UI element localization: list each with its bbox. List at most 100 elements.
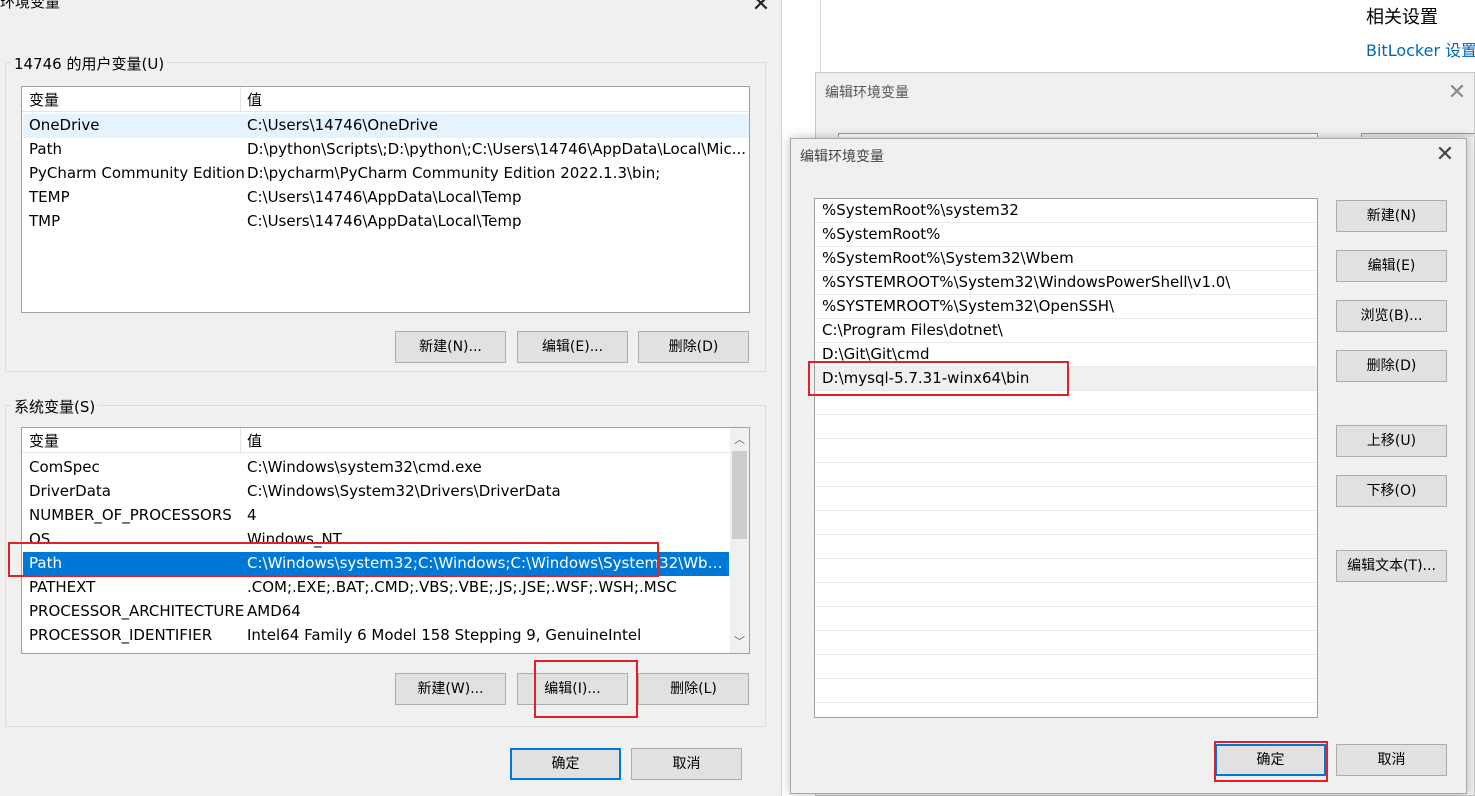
path-entry-text: %SystemRoot%\System32\Wbem (822, 249, 1074, 267)
cancel-button[interactable]: 取消 (1336, 744, 1447, 776)
list-item[interactable]: %SystemRoot%\System32\Wbem (815, 247, 1317, 271)
variable-name: PROCESSOR_IDENTIFIER (29, 626, 213, 644)
browse-button[interactable]: 浏览(B)... (1336, 300, 1447, 332)
table-row[interactable]: DriverData C:\Windows\System32\Drivers\D… (23, 480, 729, 504)
variable-name: ComSpec (29, 458, 100, 476)
delete-entry-button[interactable]: 删除(D) (1336, 350, 1447, 382)
list-header: 变量 值 (22, 428, 730, 453)
window-title: 环境变量 (0, 0, 61, 11)
table-row[interactable]: Path D:\python\Scripts\;D:\python\;C:\Us… (23, 138, 749, 162)
list-item-empty (815, 559, 1317, 583)
table-row[interactable]: PATHEXT .COM;.EXE;.BAT;.CMD;.VBS;.VBE;.J… (23, 576, 729, 600)
system-variables-label: 系统变量(S) (11, 396, 99, 417)
list-item[interactable]: D:\Git\Git\cmd (815, 343, 1317, 367)
scrollbar-thumb[interactable] (732, 451, 747, 539)
scroll-down-icon[interactable]: ﹀ (730, 632, 749, 651)
user-variables-list[interactable]: 变量 值 OneDrive C:\Users\14746\OneDrive Pa… (21, 86, 750, 313)
variable-value: C:\Users\14746\OneDrive (247, 116, 438, 134)
table-row[interactable]: ComSpec C:\Windows\system32\cmd.exe (23, 456, 729, 480)
edit-env-dialog: 编辑环境变量 ✕ %SystemRoot%\system32 %SystemRo… (790, 138, 1467, 794)
list-header: 变量 值 (22, 87, 749, 112)
variable-value: 4 (247, 506, 257, 524)
edit-dialog-title: 编辑环境变量 (800, 149, 884, 165)
variable-value: C:\Windows\system32\cmd.exe (247, 458, 482, 476)
path-entry-text: %SYSTEMROOT%\System32\OpenSSH\ (822, 297, 1115, 315)
column-header-value[interactable]: 值 (247, 430, 262, 451)
back-dialog-button-edge (1361, 133, 1475, 137)
scroll-up-icon[interactable]: ︿ (730, 430, 749, 449)
path-entry-text: D:\Git\Git\cmd (822, 345, 930, 363)
path-entry-text: %SystemRoot% (822, 225, 941, 243)
table-row[interactable]: PROCESSOR_IDENTIFIER Intel64 Family 6 Mo… (23, 624, 729, 648)
variable-value: AMD64 (247, 602, 301, 620)
table-row[interactable]: OneDrive C:\Users\14746\OneDrive (23, 114, 749, 138)
variable-value: C:\Windows\System32\Drivers\DriverData (247, 482, 561, 500)
back-dialog-title: 编辑环境变量 (825, 85, 909, 101)
column-header-variable[interactable]: 变量 (29, 430, 59, 451)
list-item-selected[interactable]: D:\mysql-5.7.31-winx64\bin (815, 367, 1317, 391)
table-row[interactable]: TMP C:\Users\14746\AppData\Local\Temp (23, 210, 749, 234)
variable-value: .COM;.EXE;.BAT;.CMD;.VBS;.VBE;.JS;.JSE;.… (247, 578, 677, 596)
column-header-variable[interactable]: 变量 (29, 89, 59, 110)
new-user-variable-button[interactable]: 新建(N)... (395, 331, 506, 363)
back-dialog-list-edge (838, 133, 1318, 137)
variable-name: OneDrive (29, 116, 100, 134)
list-item-empty (815, 535, 1317, 559)
list-item[interactable]: %SystemRoot%\system32 (815, 199, 1317, 223)
list-item-empty (815, 679, 1317, 703)
list-item[interactable]: %SystemRoot% (815, 223, 1317, 247)
ok-button[interactable]: 确定 (1215, 744, 1326, 776)
list-item-empty (815, 511, 1317, 535)
cancel-button[interactable]: 取消 (631, 748, 742, 780)
table-row[interactable]: OS Windows_NT (23, 528, 729, 552)
column-separator[interactable] (240, 428, 241, 453)
list-item-empty (815, 655, 1317, 679)
close-icon[interactable]: ✕ (746, 0, 776, 20)
delete-system-variable-button[interactable]: 删除(L) (638, 673, 749, 705)
variable-name: TMP (29, 212, 61, 230)
path-entry-text: C:\Program Files\dotnet\ (822, 321, 1003, 339)
user-variables-label: 14746 的用户变量(U) (11, 53, 168, 74)
variable-name: PROCESSOR_ARCHITECTURE (29, 602, 245, 620)
variable-value: D:\pycharm\PyCharm Community Edition 202… (247, 164, 661, 182)
list-item-empty (815, 583, 1317, 607)
close-icon[interactable]: ✕ (1442, 78, 1472, 108)
table-row[interactable]: PROCESSOR_ARCHITECTURE AMD64 (23, 600, 729, 624)
vertical-scrollbar[interactable]: ︿ ﹀ (730, 428, 749, 653)
move-down-button[interactable]: 下移(O) (1336, 475, 1447, 507)
variable-value: D:\python\Scripts\;D:\python\;C:\Users\1… (247, 140, 747, 158)
column-header-value[interactable]: 值 (247, 89, 262, 110)
move-up-button[interactable]: 上移(U) (1336, 425, 1447, 457)
edit-text-button[interactable]: 编辑文本(T)... (1336, 550, 1447, 582)
list-item[interactable]: C:\Program Files\dotnet\ (815, 319, 1317, 343)
ok-button[interactable]: 确定 (510, 748, 621, 780)
table-row-selected[interactable]: Path C:\Windows\system32;C:\Windows;C:\W… (23, 552, 729, 576)
table-row[interactable]: TEMP C:\Users\14746\AppData\Local\Temp (23, 186, 749, 210)
list-item[interactable]: %SYSTEMROOT%\System32\OpenSSH\ (815, 295, 1317, 319)
bitlocker-settings-link[interactable]: BitLocker 设置 (1366, 37, 1475, 61)
variable-name: Path (29, 554, 62, 572)
edit-system-variable-button[interactable]: 编辑(I)... (517, 673, 628, 705)
list-item-empty (815, 415, 1317, 439)
list-item[interactable]: %SYSTEMROOT%\System32\WindowsPowerShell\… (815, 271, 1317, 295)
list-item-empty (815, 607, 1317, 631)
list-item-empty (815, 391, 1317, 415)
variable-name: NUMBER_OF_PROCESSORS (29, 506, 232, 524)
new-system-variable-button[interactable]: 新建(W)... (395, 673, 506, 705)
table-row[interactable]: PyCharm Community Edition D:\pycharm\PyC… (23, 162, 749, 186)
close-icon[interactable]: ✕ (1430, 140, 1460, 170)
list-item-empty (815, 463, 1317, 487)
delete-user-variable-button[interactable]: 删除(D) (638, 331, 749, 363)
edit-entry-button[interactable]: 编辑(E) (1336, 250, 1447, 282)
column-separator[interactable] (240, 87, 241, 112)
variable-value: Windows_NT (247, 530, 342, 548)
edit-user-variable-button[interactable]: 编辑(E)... (517, 331, 628, 363)
table-row[interactable]: NUMBER_OF_PROCESSORS 4 (23, 504, 729, 528)
path-entries-list[interactable]: %SystemRoot%\system32 %SystemRoot% %Syst… (814, 198, 1318, 718)
variable-name: Path (29, 140, 62, 158)
variable-name: PATHEXT (29, 578, 96, 596)
new-entry-button[interactable]: 新建(N) (1336, 200, 1447, 232)
list-item-empty (815, 439, 1317, 463)
system-variables-list[interactable]: 变量 值 ComSpec C:\Windows\system32\cmd.exe… (21, 427, 750, 654)
variable-value: C:\Users\14746\AppData\Local\Temp (247, 188, 522, 206)
